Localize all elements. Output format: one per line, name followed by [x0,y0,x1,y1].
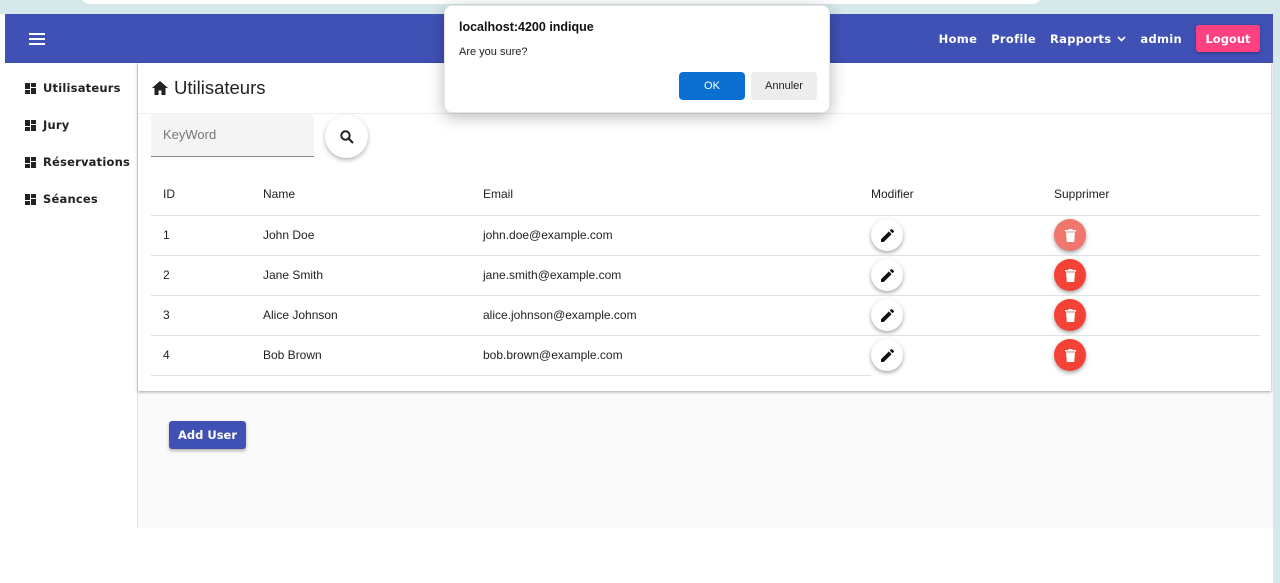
sidebar-item-label: Jury [43,118,70,132]
dashboard-icon [25,156,36,168]
ok-button[interactable]: OK [679,72,745,100]
sidebar-item-label: Utilisateurs [43,81,121,95]
edit-button[interactable] [871,299,903,331]
sidebar-item-utilisateurs[interactable]: Utilisateurs [25,78,121,98]
dashboard-icon [25,82,36,94]
nav-rapports-menu[interactable]: Rapports [1050,32,1126,46]
column-header-name: Name [263,174,483,216]
table-row: 3 Alice Johnson alice.johnson@example.co… [151,295,1260,336]
sidebar-item-jury[interactable]: Jury [25,115,69,135]
cell-id: 1 [151,215,263,256]
users-table: ID Name Email Modifier Supprimer 1 John … [151,174,1260,376]
cell-id: 4 [151,335,263,376]
cell-email: jane.smith@example.com [483,255,871,296]
search-button[interactable] [325,115,368,158]
cell-id: 2 [151,255,263,296]
cell-name: Jane Smith [263,255,483,296]
home-icon [152,81,168,95]
trash-icon [1064,228,1076,242]
pencil-icon [880,308,894,322]
cell-email: bob.brown@example.com [483,335,871,376]
nav-profile-link[interactable]: Profile [991,32,1036,46]
main-content: Utilisateurs ID Name Email Modifier Supp… [138,63,1273,528]
table-header-row: ID Name Email Modifier Supprimer [151,174,1260,216]
nav-user-label[interactable]: admin [1140,32,1182,46]
delete-button[interactable] [1054,259,1086,291]
delete-button[interactable] [1054,299,1086,331]
cell-email: alice.johnson@example.com [483,295,871,336]
column-header-email: Email [483,174,871,216]
sidebar-item-seances[interactable]: Séances [25,189,98,209]
cell-name: Bob Brown [263,335,483,376]
trash-icon [1064,268,1076,282]
cell-name: Alice Johnson [263,295,483,336]
delete-button[interactable] [1054,339,1086,372]
trash-icon [1064,348,1076,362]
sidebar: Utilisateurs Jury Réservations Séances [5,63,138,528]
confirm-dialog: localhost:4200 indique Are you sure? OK … [444,5,830,113]
pencil-icon [880,228,894,242]
sidebar-item-label: Réservations [43,155,130,169]
browser-scrollbar[interactable] [1273,14,1280,583]
dashboard-icon [25,119,36,131]
browser-address-strip [80,0,1042,4]
top-nav: Home Profile Rapports admin Logout [939,14,1273,63]
page-title: Utilisateurs [152,77,266,99]
nav-rapports-label: Rapports [1049,31,1112,46]
search-field [151,114,314,157]
dialog-message: Are you sure? [459,46,528,58]
dashboard-icon [25,193,36,205]
table-row: 4 Bob Brown bob.brown@example.com [151,335,1260,376]
sidebar-item-label: Séances [43,192,98,206]
column-header-modifier: Modifier [871,174,1054,216]
table-row: 1 John Doe john.doe@example.com [151,215,1260,256]
edit-button[interactable] [871,219,903,251]
chevron-down-icon [1117,35,1126,42]
logout-button[interactable]: Logout [1196,25,1260,52]
edit-button[interactable] [871,259,903,291]
search-icon [339,129,354,144]
search-input[interactable] [163,127,313,142]
column-header-id: ID [151,174,263,216]
table-row: 2 Jane Smith jane.smith@example.com [151,255,1260,296]
menu-icon [29,33,45,45]
pencil-icon [880,348,894,362]
page-title-text: Utilisateurs [174,77,266,98]
cell-id: 3 [151,295,263,336]
add-user-button[interactable]: Add User [169,421,246,449]
nav-home-link[interactable]: Home [939,32,978,46]
cancel-button[interactable]: Annuler [751,72,817,100]
cell-name: John Doe [263,215,483,256]
delete-button[interactable] [1054,219,1086,251]
column-header-supprimer: Supprimer [1054,174,1260,216]
pencil-icon [880,268,894,282]
cell-email: john.doe@example.com [483,215,871,256]
edit-button[interactable] [871,339,903,372]
dialog-title: localhost:4200 indique [459,20,594,34]
menu-button[interactable] [25,27,49,51]
sidebar-item-reservations[interactable]: Réservations [25,152,130,172]
trash-icon [1064,308,1076,322]
